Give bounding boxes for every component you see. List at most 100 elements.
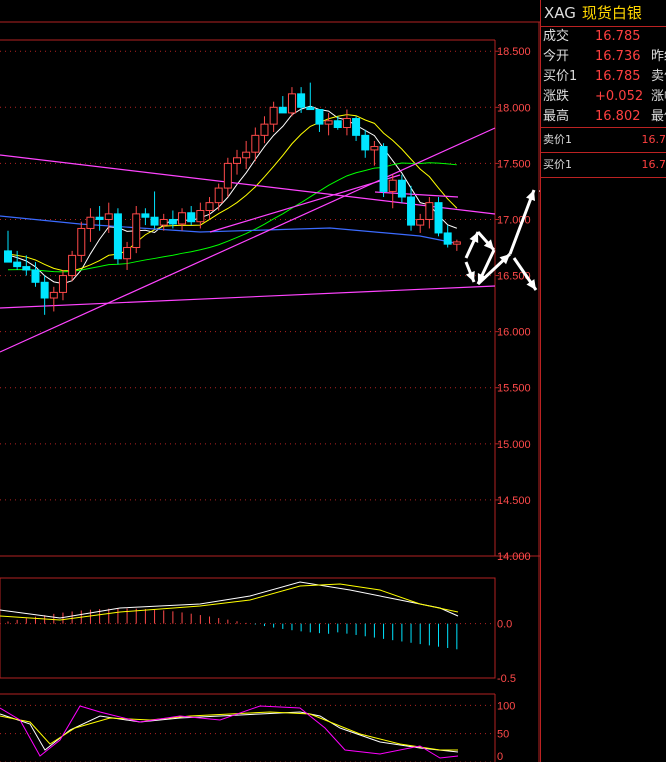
candle-body bbox=[187, 212, 196, 223]
quote-label: 最高 bbox=[543, 109, 570, 124]
candle-body bbox=[132, 213, 141, 249]
candle-body bbox=[251, 134, 260, 153]
candle-body bbox=[443, 232, 452, 245]
candle-body bbox=[223, 162, 232, 189]
candle-body bbox=[416, 218, 425, 226]
quote-value: 16.785 bbox=[595, 69, 641, 84]
candle-body bbox=[352, 118, 361, 136]
trend-line bbox=[0, 285, 496, 309]
candle-body bbox=[452, 241, 461, 245]
quote-row: 涨跌 +0.052 涨幅 bbox=[541, 87, 666, 107]
candle-body bbox=[434, 202, 443, 234]
price-tick-label: 18.500 bbox=[497, 46, 531, 58]
quote-extra-label: 涨幅 bbox=[651, 89, 666, 104]
quote-extra-label: 最低 bbox=[651, 109, 666, 124]
macd-tick-label: 0.0 bbox=[497, 619, 512, 631]
candle-body bbox=[178, 212, 187, 225]
candle-body bbox=[370, 146, 379, 151]
price-tick-label: 16.000 bbox=[497, 327, 531, 339]
candle-body bbox=[58, 275, 67, 293]
candle-body bbox=[242, 151, 251, 159]
candle-body bbox=[333, 120, 342, 128]
candle-body bbox=[287, 93, 296, 114]
candle-body bbox=[86, 216, 95, 229]
candle-body bbox=[123, 247, 132, 260]
ask-value: 16.7 bbox=[641, 133, 666, 146]
candle-body bbox=[306, 106, 315, 111]
candle-body bbox=[397, 179, 406, 198]
candle-body bbox=[425, 202, 434, 220]
quote-header: XAG 现货白银 bbox=[541, 0, 666, 27]
candle-body bbox=[233, 157, 241, 164]
candle-body bbox=[278, 106, 287, 114]
candle-body bbox=[113, 213, 122, 260]
macd-dea-line bbox=[0, 583, 459, 621]
candle-body bbox=[49, 291, 58, 299]
kdj-panel: 100 50 0 bbox=[0, 693, 515, 762]
quote-label: 买价1 bbox=[543, 69, 578, 84]
quote-extra-label: 昨结 bbox=[651, 49, 666, 64]
candle-body bbox=[297, 93, 306, 108]
candle-body bbox=[315, 109, 324, 125]
candle-body bbox=[104, 213, 113, 220]
ask-label: 卖价1 bbox=[543, 133, 572, 146]
candle-body bbox=[168, 218, 177, 225]
trend-lines bbox=[0, 127, 496, 353]
quote-label: 今开 bbox=[543, 49, 570, 64]
bid-value: 16.7 bbox=[641, 158, 666, 171]
candle-body bbox=[260, 123, 269, 136]
candle-body bbox=[269, 106, 278, 125]
symbol-code: XAG bbox=[544, 4, 576, 22]
candle-body bbox=[361, 134, 370, 151]
quote-value: +0.052 bbox=[595, 89, 644, 104]
price-tick-label: 17.500 bbox=[497, 158, 531, 170]
price-tick-label: 18.000 bbox=[497, 102, 531, 114]
candle-body bbox=[77, 227, 86, 256]
order-book-bid: 买价1 16.7 bbox=[541, 153, 666, 178]
candle-body bbox=[324, 120, 333, 125]
kdj-tick-label: 50 bbox=[497, 729, 509, 741]
quote-panel: XAG现货白银 成交16.785 今开16.736昨结 买价116.785卖价 … bbox=[540, 0, 666, 762]
kdj-tick-label: 100 bbox=[497, 700, 515, 712]
candle-body bbox=[4, 250, 12, 263]
price-tick-label: 14.500 bbox=[497, 495, 531, 507]
candle-body bbox=[214, 187, 223, 204]
order-book-ask: 卖价1 16.7 bbox=[541, 128, 666, 153]
price-axis: 18.50018.00017.50017.00016.50016.00015.5… bbox=[495, 46, 531, 563]
price-chart: 18.50018.00017.50017.00016.50016.00015.5… bbox=[0, 21, 540, 762]
quote-extra-label: 卖价 bbox=[651, 69, 666, 84]
quote-row: 今开 16.736 昨结 bbox=[541, 47, 666, 67]
price-tick-label: 15.000 bbox=[497, 439, 531, 451]
trend-line bbox=[0, 127, 496, 353]
candle-body bbox=[407, 196, 416, 226]
quote-label: 成交 bbox=[543, 29, 570, 44]
macd-tick-label: -0.5 bbox=[497, 673, 516, 685]
price-tick-label: 14.000 bbox=[497, 551, 531, 563]
main-grid bbox=[0, 21, 540, 762]
candle-body bbox=[40, 281, 49, 299]
candle-body bbox=[141, 213, 150, 218]
candle-body bbox=[31, 269, 40, 283]
quote-label: 涨跌 bbox=[543, 89, 570, 104]
candle-body bbox=[342, 118, 351, 128]
candle-body bbox=[13, 261, 22, 268]
candle-body bbox=[22, 266, 31, 271]
candle-body bbox=[159, 218, 168, 226]
bid-label: 买价1 bbox=[543, 158, 572, 171]
quote-row: 最高 16.802 最低 bbox=[541, 107, 666, 127]
symbol-name: 现货白银 bbox=[581, 4, 642, 22]
kdj-tick-label: 0 bbox=[497, 751, 503, 762]
candle-body bbox=[205, 202, 214, 212]
price-tick-label: 15.500 bbox=[497, 383, 531, 395]
candle-body bbox=[95, 216, 104, 220]
candle-body bbox=[68, 254, 77, 277]
macd-dif-line bbox=[0, 581, 459, 619]
quote-value: 16.785 bbox=[595, 29, 641, 44]
candle-body bbox=[388, 179, 397, 192]
candle-body bbox=[196, 210, 205, 223]
candle-body bbox=[379, 146, 388, 192]
quote-value: 16.736 bbox=[595, 49, 641, 64]
candle-body bbox=[150, 216, 159, 226]
quote-value: 16.802 bbox=[595, 109, 641, 124]
panel-frame bbox=[0, 577, 496, 679]
